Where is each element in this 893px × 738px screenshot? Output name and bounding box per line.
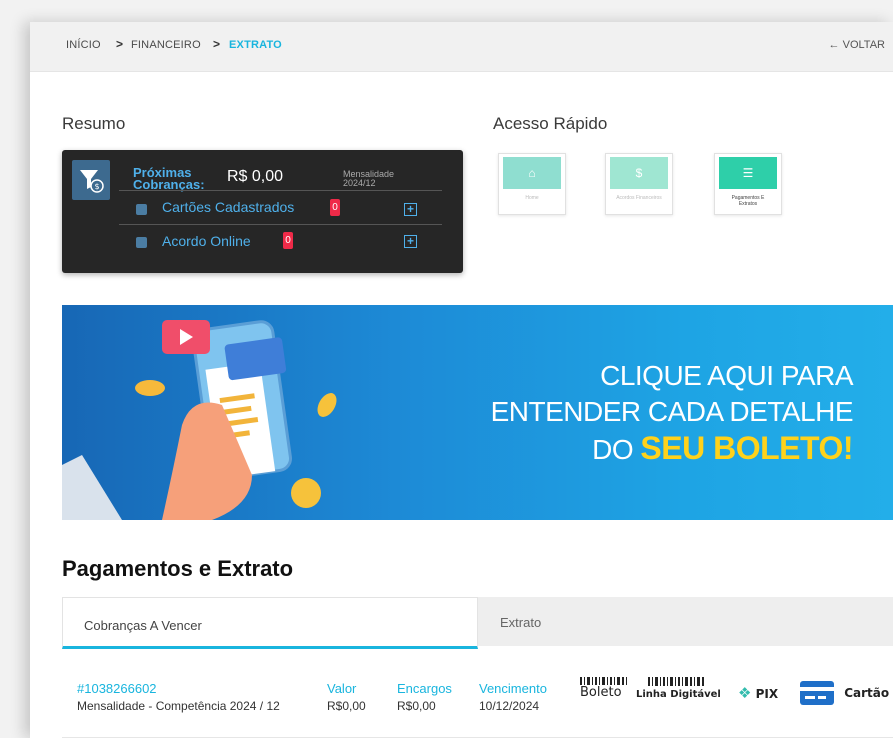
pagamentos-extrato-title: Pagamentos e Extrato (62, 556, 294, 581)
valor-value: R$0,00 (327, 699, 366, 713)
home-icon: ⌂ (503, 157, 561, 189)
acordo-count-badge: 0 (283, 232, 293, 249)
breadcrumb-extrato: EXTRATO (229, 39, 282, 51)
barcode-icon (580, 677, 627, 685)
acesso-rapido-title: Acesso Rápido (493, 114, 608, 133)
invoice-id[interactable]: #1038266602 (77, 681, 157, 696)
breadcrumb-inicio[interactable]: INÍCIO (66, 39, 101, 51)
credit-card-icon (800, 681, 834, 705)
add-card-button[interactable]: + (404, 203, 417, 216)
back-button[interactable]: ← VOLTAR (829, 39, 885, 51)
tab-extrato[interactable]: Extrato (478, 597, 893, 646)
page: INÍCIO > FINANCEIRO > EXTRATO ← VOLTAR R… (30, 22, 893, 738)
document-icon (136, 237, 147, 248)
breadcrumb-separator: > (213, 37, 221, 51)
period-month: 2024/12 (343, 178, 376, 188)
boleto-button[interactable]: Boleto (580, 677, 628, 699)
proximas-cobrancas-value: R$ 0,00 (227, 168, 284, 185)
banner-highlight: SEU BOLETO! (640, 430, 853, 466)
proximas-cobrancas-period: Mensalidade 2024/12 (343, 170, 394, 188)
barcode-icon (648, 677, 704, 686)
tabs: Cobranças A Vencer Extrato (62, 597, 893, 649)
cartao-label: Cartão (844, 685, 890, 700)
quick-access-label: Acordos Financeiros (616, 195, 662, 201)
banner-line-3-prefix: DO (592, 434, 634, 465)
divider (119, 224, 442, 225)
resumo-title: Resumo (62, 114, 126, 133)
svg-text:$: $ (95, 182, 100, 191)
document-money-icon: $ (610, 157, 668, 189)
quick-access-acordos[interactable]: $ Acordos Financeiros (605, 153, 673, 215)
valor-label: Valor (327, 681, 357, 696)
quick-access-label: Home (525, 195, 539, 201)
proximas-cobrancas-label: Próximas Cobranças: (133, 165, 205, 192)
pix-button[interactable]: ❖ PIX (738, 684, 778, 702)
boleto-label: Boleto (580, 685, 622, 700)
divider (119, 190, 442, 191)
banner-line-2: ENTENDER CADA DETALHE (490, 396, 854, 427)
add-acordo-button[interactable]: + (404, 235, 417, 248)
breadcrumb: INÍCIO > FINANCEIRO > EXTRATO ← VOLTAR (30, 22, 893, 72)
filter-money-icon: $ (72, 160, 110, 200)
checklist-icon: ☰ (719, 157, 777, 189)
invoice-desc: Mensalidade - Competência 2024 / 12 (77, 699, 280, 713)
boleto-banner[interactable]: CLIQUE AQUI PARA ENTENDER CADA DETALHE D… (62, 305, 893, 520)
vencimento-value: 10/12/2024 (479, 699, 540, 713)
phone-illustration (62, 320, 337, 520)
quick-access-label: Pagamentos E Extratos (731, 195, 765, 207)
window-frame: INÍCIO > FINANCEIRO > EXTRATO ← VOLTAR R… (0, 0, 893, 738)
linha-digitavel-label: Linha Digitável (636, 689, 721, 700)
banner-line-3: DO SEU BOLETO! (592, 430, 853, 467)
resumo-card: $ Próximas Cobranças: R$ 0,00 Mensalidad… (62, 150, 463, 273)
cartao-button[interactable]: Cartão (800, 681, 889, 705)
arrow-left-icon: ← (828, 39, 840, 51)
encargos-label: Encargos (397, 681, 452, 696)
banner-line-1: CLIQUE AQUI PARA (600, 360, 853, 391)
vencimento-label: Vencimento (479, 681, 547, 696)
tab-cobrancas-a-vencer[interactable]: Cobranças A Vencer (62, 597, 478, 649)
invoice-row: #1038266602 Mensalidade - Competência 20… (62, 667, 893, 738)
quick-access-home[interactable]: ⌂ Home (498, 153, 566, 215)
pix-label: PIX (755, 687, 779, 701)
acordo-online-link[interactable]: Acordo Online (162, 233, 251, 249)
breadcrumb-financeiro[interactable]: FINANCEIRO (131, 39, 201, 51)
breadcrumb-separator: > (116, 37, 124, 51)
encargos-value: R$0,00 (397, 699, 436, 713)
card-icon (136, 204, 147, 215)
back-label: VOLTAR (842, 39, 885, 51)
cartoes-count-badge: 0 (330, 199, 340, 216)
cartoes-cadastrados-link[interactable]: Cartões Cadastrados (162, 199, 294, 215)
quick-access-pagamentos[interactable]: ☰ Pagamentos E Extratos (714, 153, 782, 215)
linha-digitavel-button[interactable]: Linha Digitável (636, 677, 721, 700)
pix-icon: ❖ (738, 684, 752, 702)
